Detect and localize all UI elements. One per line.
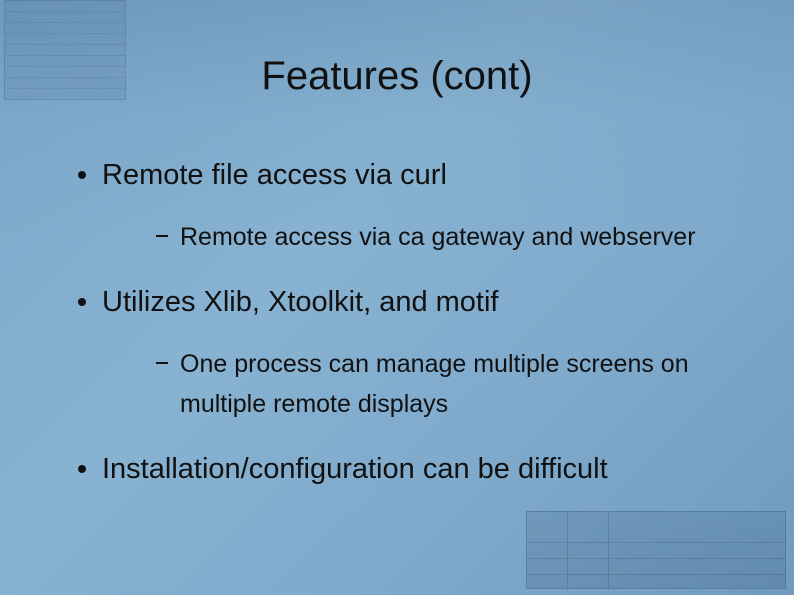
subbullet-remote-access-gateway: Remote access via ca gateway and webserv…	[152, 217, 764, 257]
bullet-text: Installation/configuration can be diffic…	[102, 453, 608, 485]
bullet-text: Remote file access via curl	[102, 159, 447, 191]
bullet-remote-file-access: Remote file access via curl Remote acces…	[72, 156, 764, 257]
background-title-block	[526, 511, 786, 589]
bullet-installation-difficult: Installation/configuration can be diffic…	[72, 450, 764, 489]
slide-title: Features (cont)	[0, 54, 794, 99]
subbullet-one-process: One process can manage multiple screens …	[152, 344, 764, 424]
slide: Features (cont) Remote file access via c…	[0, 0, 794, 595]
slide-body: Remote file access via curl Remote acces…	[72, 140, 764, 507]
subbullet-text: One process can manage multiple screens …	[180, 350, 689, 418]
bullet-text: Utilizes Xlib, Xtoolkit, and motif	[102, 286, 498, 318]
subbullet-text: Remote access via ca gateway and webserv…	[180, 223, 696, 251]
bullet-utilizes-xlib: Utilizes Xlib, Xtoolkit, and motif One p…	[72, 283, 764, 424]
